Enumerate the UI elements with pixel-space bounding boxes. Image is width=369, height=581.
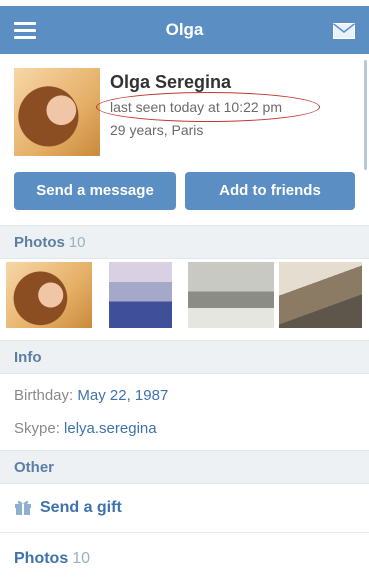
profile-details: 29 years, Paris: [110, 122, 204, 138]
photo-thumbnail[interactable]: [279, 262, 362, 328]
photos-link-count: 10: [72, 550, 91, 567]
profile-name: Olga Seregina: [110, 72, 232, 92]
birthday-year-link[interactable]: 1987: [135, 387, 168, 404]
photos-label: Photos: [14, 234, 65, 251]
profile-summary: Olga Seregina last seen today at 10:22 p…: [0, 54, 369, 226]
photo-thumbnail[interactable]: [6, 262, 92, 328]
info-section-label: Info: [14, 349, 42, 366]
add-to-friends-button[interactable]: Add to friends: [185, 172, 355, 210]
app-header: Olga: [0, 6, 369, 54]
header-title: Olga: [165, 20, 204, 39]
birthday-row: Birthday: May 22, 1987: [14, 387, 168, 404]
photos-strip: [0, 260, 369, 334]
birthday-date-link[interactable]: May 22: [77, 387, 126, 404]
photos-section-label: Photos 10: [14, 234, 86, 251]
skype-row: Skype: lelya.seregina: [14, 420, 157, 437]
send-gift-label: Send a gift: [40, 499, 122, 516]
birthday-label: Birthday:: [14, 387, 74, 404]
skype-value[interactable]: lelya.seregina: [64, 420, 157, 437]
scrollbar[interactable]: [364, 60, 367, 170]
photos-count: 10: [68, 234, 86, 251]
send-message-button[interactable]: Send a message: [14, 172, 176, 210]
birthday-comma: ,: [126, 387, 135, 404]
photos-link-label: Photos: [14, 550, 69, 567]
skype-label: Skype:: [14, 420, 60, 437]
photo-thumbnail[interactable]: [109, 262, 172, 328]
avatar[interactable]: [14, 68, 100, 156]
highlight-ellipse: [96, 92, 320, 122]
photos-section-header[interactable]: Photos 10: [0, 225, 369, 259]
info-section-header: Info: [0, 340, 369, 374]
photo-thumbnail[interactable]: [188, 262, 274, 328]
gift-icon: [15, 500, 31, 515]
envelope-icon[interactable]: [333, 23, 355, 39]
profile-screen: Olga Olga Seregina last seen today at 10…: [0, 0, 369, 581]
other-section-label: Other: [14, 459, 55, 476]
photos-link[interactable]: Photos 10: [14, 550, 90, 568]
send-gift-row[interactable]: Send a gift: [0, 484, 369, 533]
other-section-header: Other: [0, 450, 369, 484]
